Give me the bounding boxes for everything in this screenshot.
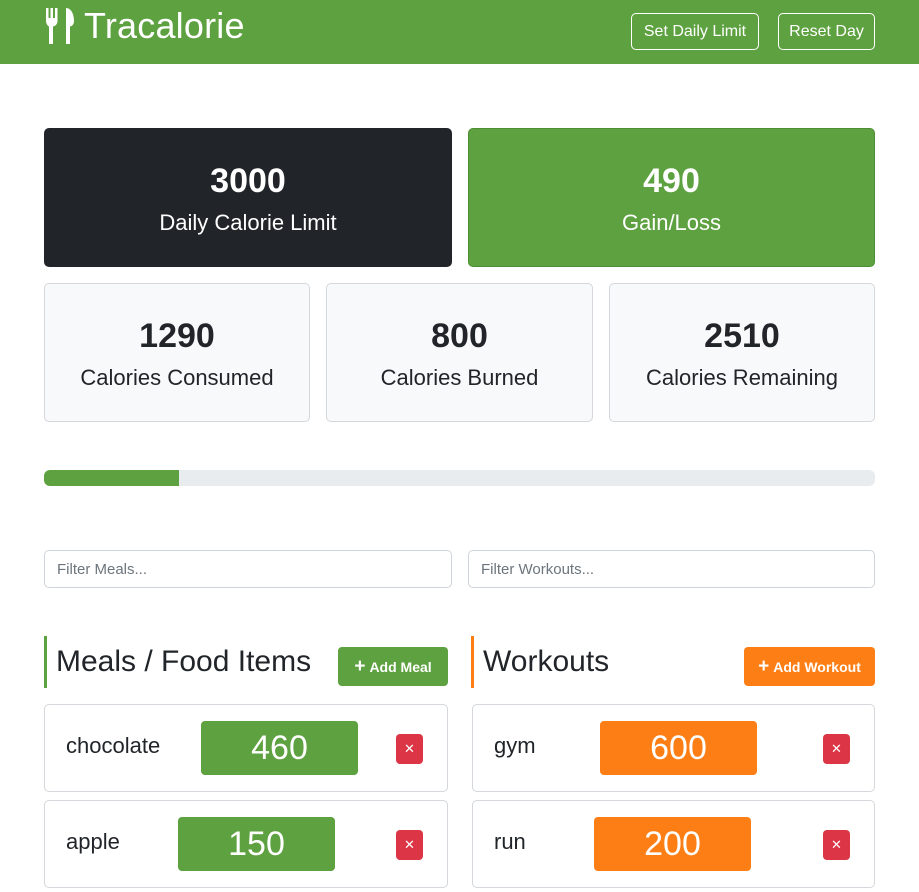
close-icon: ✕ [404, 741, 415, 756]
close-icon: ✕ [404, 837, 415, 852]
workouts-section-title: Workouts [471, 636, 609, 688]
workout-item-calories: 600 [600, 721, 757, 775]
delete-workout-button[interactable]: ✕ [823, 830, 850, 860]
utensils-icon [46, 8, 74, 44]
calories-remaining-card: 2510 Calories Remaining [609, 283, 875, 422]
delete-meal-button[interactable]: ✕ [396, 734, 423, 764]
calories-burned-label: Calories Burned [380, 364, 539, 390]
set-daily-limit-button[interactable]: Set Daily Limit [631, 13, 759, 50]
meal-item-name: apple [66, 829, 120, 854]
add-meal-label: Add Meal [369, 658, 432, 675]
workout-item-calories: 200 [594, 817, 751, 871]
meal-item-calories: 460 [201, 721, 358, 775]
daily-limit-label: Daily Calorie Limit [159, 209, 337, 235]
workout-item-name: run [494, 829, 526, 854]
workout-item: run 200 ✕ [472, 800, 875, 888]
meal-item: chocolate 460 ✕ [44, 704, 448, 792]
daily-limit-card: 3000 Daily Calorie Limit [44, 128, 452, 267]
calories-remaining-value: 2510 [704, 316, 780, 355]
plus-icon: + [758, 656, 770, 677]
delete-meal-button[interactable]: ✕ [396, 830, 423, 860]
calorie-progress-bar [44, 470, 180, 486]
filter-workouts-input[interactable] [468, 550, 875, 588]
calorie-progress [44, 470, 875, 486]
reset-day-button[interactable]: Reset Day [778, 13, 875, 50]
meals-section-title: Meals / Food Items [44, 636, 311, 688]
add-workout-button[interactable]: + Add Workout [744, 647, 875, 686]
brand[interactable]: Tracalorie [44, 6, 245, 46]
delete-workout-button[interactable]: ✕ [823, 734, 850, 764]
calories-consumed-value: 1290 [139, 316, 215, 355]
calories-consumed-label: Calories Consumed [80, 364, 274, 390]
workout-item-name: gym [494, 733, 536, 758]
close-icon: ✕ [831, 837, 842, 852]
workout-item: gym 600 ✕ [472, 704, 875, 792]
brand-title: Tracalorie [84, 5, 245, 46]
navbar: Tracalorie Set Daily Limit Reset Day [0, 0, 919, 64]
gain-loss-card: 490 Gain/Loss [468, 128, 875, 267]
add-workout-label: Add Workout [773, 658, 861, 675]
daily-limit-value: 3000 [210, 161, 286, 200]
meal-item-calories: 150 [178, 817, 335, 871]
close-icon: ✕ [831, 741, 842, 756]
gain-loss-value: 490 [643, 161, 700, 200]
calories-remaining-label: Calories Remaining [646, 364, 838, 390]
calories-burned-value: 800 [431, 316, 488, 355]
gain-loss-label: Gain/Loss [621, 209, 722, 235]
calories-burned-card: 800 Calories Burned [326, 283, 593, 422]
calories-consumed-card: 1290 Calories Consumed [44, 283, 310, 422]
filter-meals-input[interactable] [44, 550, 452, 588]
add-meal-button[interactable]: + Add Meal [338, 647, 448, 686]
plus-icon: + [354, 656, 366, 677]
meal-item: apple 150 ✕ [44, 800, 448, 888]
meal-item-name: chocolate [66, 733, 161, 758]
